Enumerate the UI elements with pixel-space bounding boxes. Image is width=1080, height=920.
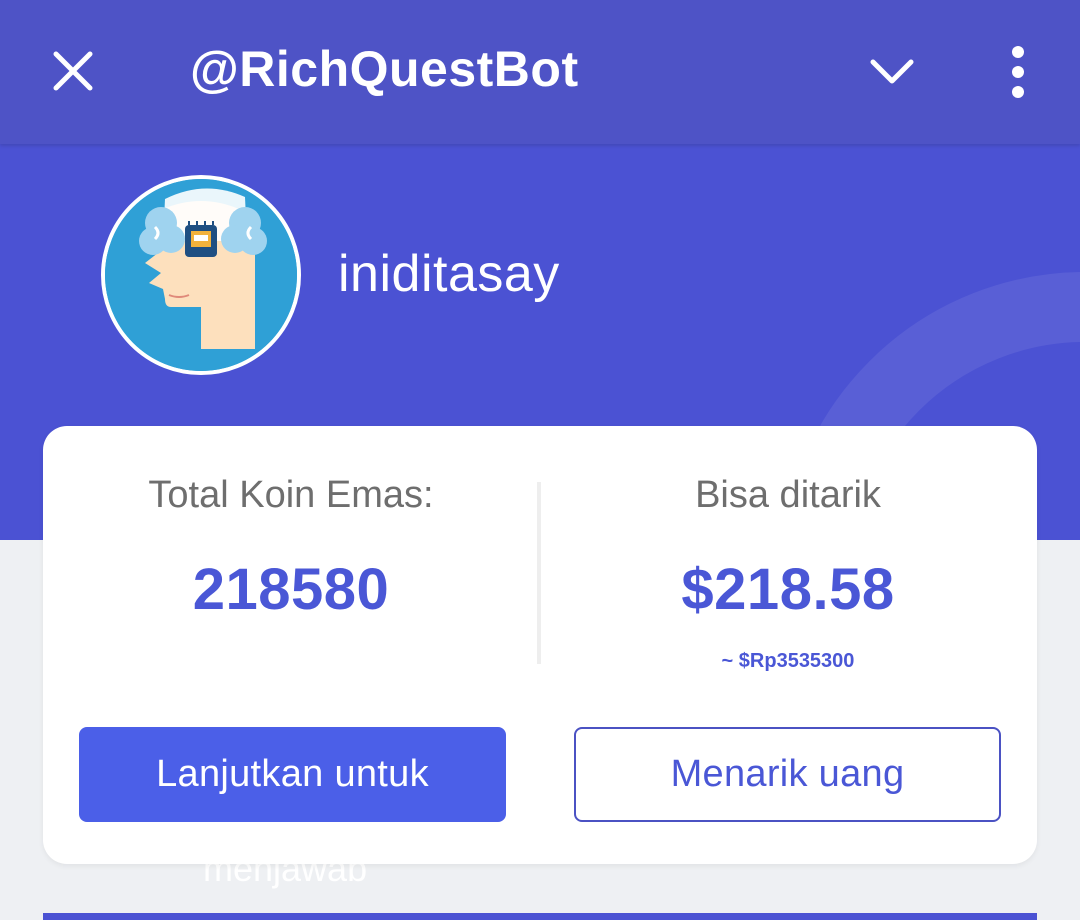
more-vertical-icon[interactable] <box>996 42 1040 102</box>
bot-title: @RichQuestBot <box>190 41 579 97</box>
continue-button-label: Lanjutkan untuk <box>156 753 429 795</box>
withdraw-button-label: Menarik uang <box>670 753 905 795</box>
total-coins-label: Total Koin Emas: <box>148 474 434 516</box>
chevron-down-icon[interactable] <box>862 46 922 100</box>
balance-card: Total Koin Emas: 218580 Bisa ditarik $21… <box>43 426 1037 864</box>
username: iniditasay <box>338 245 560 303</box>
app-header: @RichQuestBot <box>0 0 1080 144</box>
withdrawable-label: Bisa ditarik <box>695 474 881 516</box>
avatar[interactable] <box>101 175 301 375</box>
total-coins-value: 218580 <box>192 557 390 622</box>
withdrawable-value: $218.58 <box>681 557 895 622</box>
close-icon[interactable] <box>46 44 100 98</box>
withdrawable-rupiah-value: ~ $Rp3535300 <box>721 650 855 672</box>
withdraw-money-button[interactable]: Menarik uang <box>574 727 1001 822</box>
ai-brain-head-icon <box>105 179 297 371</box>
content-border-line <box>43 913 1037 920</box>
continue-answering-button[interactable]: Lanjutkan untuk <box>79 727 506 822</box>
